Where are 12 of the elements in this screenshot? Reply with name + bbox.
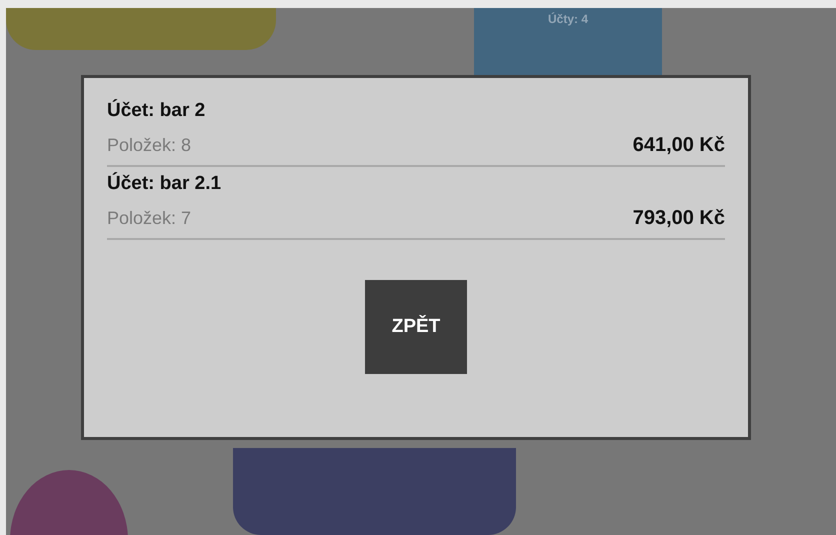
back-button[interactable]: ZPĚT [365,280,467,374]
account-row[interactable]: Účet: bar 2 Položek: 8 641,00 Kč [107,94,725,167]
account-amount: 641,00 Kč [632,134,725,157]
items-count: Položek: 7 [107,208,192,229]
account-row[interactable]: Účet: bar 2.1 Položek: 7 793,00 Kč [107,167,725,240]
account-amount: 793,00 Kč [632,207,725,230]
items-count: Položek: 8 [107,135,192,156]
background-tile[interactable] [233,448,516,535]
background-tile[interactable] [6,8,276,50]
tile-label: Účty: 4 [548,12,588,26]
account-title: Účet: bar 2 [107,100,206,122]
account-title: Účet: bar 2.1 [107,173,222,195]
